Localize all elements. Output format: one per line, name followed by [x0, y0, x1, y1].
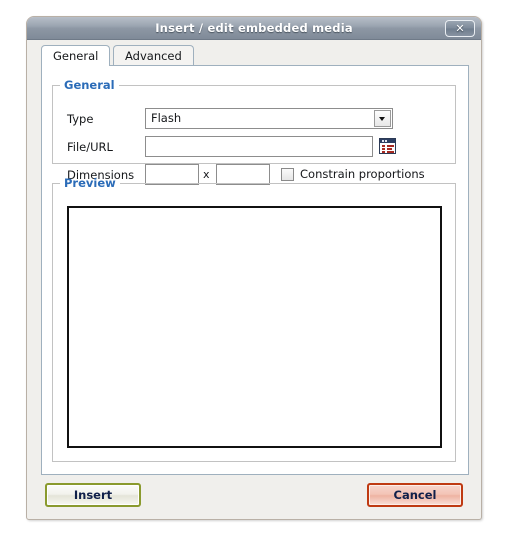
- chevron-down-icon[interactable]: [374, 110, 391, 127]
- file-url-input[interactable]: [145, 136, 373, 157]
- dialog-title: Insert / edit embedded media: [155, 21, 353, 35]
- general-fieldset: General Type Flash File/URL Dimensions x…: [52, 78, 456, 185]
- type-label: Type: [67, 112, 94, 126]
- cancel-button[interactable]: Cancel: [367, 483, 463, 507]
- dialog-footer: Insert Cancel: [27, 479, 481, 521]
- type-row: Type Flash: [53, 108, 455, 130]
- tab-advanced[interactable]: Advanced: [113, 45, 194, 66]
- browse-list-icon[interactable]: [379, 138, 396, 154]
- screen: Insert / edit embedded media ✕ General A…: [0, 0, 508, 538]
- general-fieldset-legend: General: [64, 78, 115, 92]
- dialog-titlebar[interactable]: Insert / edit embedded media ✕: [27, 17, 481, 40]
- tab-general[interactable]: General: [41, 45, 111, 66]
- type-select[interactable]: Flash: [145, 108, 393, 129]
- insert-edit-embedded-media-dialog: Insert / edit embedded media ✕ General A…: [26, 16, 482, 520]
- file-url-row: File/URL: [53, 136, 455, 158]
- tab-strip: General Advanced: [35, 44, 475, 66]
- tab-panel-general: General Type Flash File/URL Dimensions x…: [41, 65, 469, 475]
- type-select-value: Flash: [151, 111, 182, 125]
- preview-canvas: [67, 206, 442, 448]
- preview-fieldset: Preview: [52, 176, 456, 462]
- file-url-label: File/URL: [67, 140, 113, 154]
- preview-fieldset-legend: Preview: [64, 176, 116, 190]
- insert-button[interactable]: Insert: [45, 483, 141, 507]
- close-icon[interactable]: ✕: [445, 20, 475, 37]
